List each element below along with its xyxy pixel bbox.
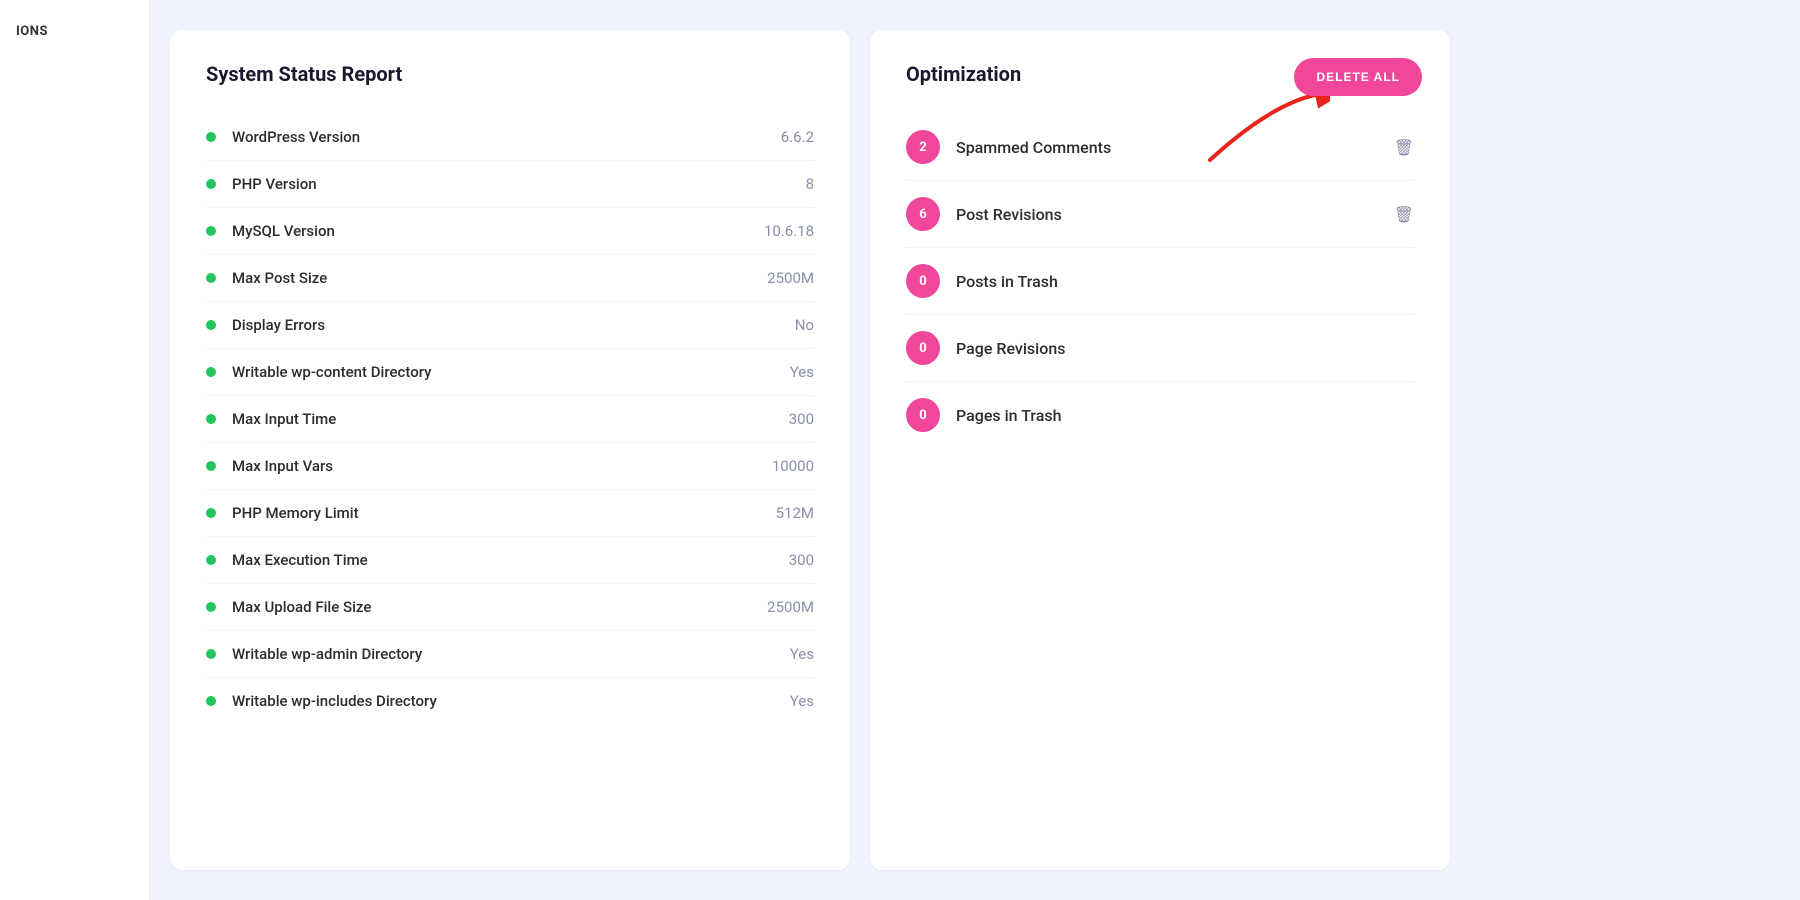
status-dot xyxy=(206,414,216,424)
status-row: PHP Memory Limit 512M xyxy=(206,490,814,537)
status-label: Writable wp-admin Directory xyxy=(232,645,790,663)
status-label: WordPress Version xyxy=(232,128,781,146)
status-value: 300 xyxy=(789,410,814,428)
status-value: 300 xyxy=(789,551,814,569)
optimization-panel: Optimization DELETE ALL 2 Spammed Commen… xyxy=(870,30,1450,870)
status-row: Writable wp-includes Directory Yes xyxy=(206,678,814,724)
status-label: Max Upload File Size xyxy=(232,598,767,616)
status-row: Writable wp-content Directory Yes xyxy=(206,349,814,396)
opt-badge: 0 xyxy=(906,398,940,432)
status-dot xyxy=(206,555,216,565)
status-label: Max Execution Time xyxy=(232,551,789,569)
status-dot xyxy=(206,508,216,518)
status-rows: WordPress Version 6.6.2 PHP Version 8 My… xyxy=(206,114,814,724)
status-row: Display Errors No xyxy=(206,302,814,349)
status-panel: System Status Report WordPress Version 6… xyxy=(170,30,850,870)
status-label: MySQL Version xyxy=(232,222,764,240)
status-dot xyxy=(206,132,216,142)
status-value: Yes xyxy=(790,363,814,381)
opt-badge: 0 xyxy=(906,331,940,365)
status-row: Max Upload File Size 2500M xyxy=(206,584,814,631)
sidebar: IONS xyxy=(0,0,150,900)
opt-item-label: Spammed Comments xyxy=(956,138,1386,157)
opt-badge: 0 xyxy=(906,264,940,298)
status-value: 6.6.2 xyxy=(781,128,814,146)
delete-all-button[interactable]: DELETE ALL xyxy=(1294,58,1422,96)
status-dot xyxy=(206,461,216,471)
status-row: Max Execution Time 300 xyxy=(206,537,814,584)
status-dot xyxy=(206,602,216,612)
status-dot xyxy=(206,367,216,377)
status-value: 2500M xyxy=(767,269,814,287)
sidebar-label: IONS xyxy=(16,24,48,39)
optimization-item: 0 Page Revisions xyxy=(906,315,1414,382)
opt-item-label: Pages in Trash xyxy=(956,406,1414,425)
opt-badge: 6 xyxy=(906,197,940,231)
status-row: PHP Version 8 xyxy=(206,161,814,208)
status-value: Yes xyxy=(790,645,814,663)
status-row: Writable wp-admin Directory Yes xyxy=(206,631,814,678)
optimization-item: 0 Pages in Trash xyxy=(906,382,1414,448)
status-value: Yes xyxy=(790,692,814,710)
status-dot xyxy=(206,179,216,189)
optimization-item: 2 Spammed Comments 🗑 xyxy=(906,114,1414,181)
status-dot xyxy=(206,649,216,659)
opt-item-label: Posts in Trash xyxy=(956,272,1414,291)
status-dot xyxy=(206,320,216,330)
status-row: Max Input Time 300 xyxy=(206,396,814,443)
status-value: No xyxy=(795,316,814,334)
status-value: 8 xyxy=(806,175,814,193)
status-value: 10000 xyxy=(772,457,814,475)
opt-item-label: Post Revisions xyxy=(956,205,1386,224)
status-value: 10.6.18 xyxy=(764,222,814,240)
status-row: MySQL Version 10.6.18 xyxy=(206,208,814,255)
status-label: Max Input Vars xyxy=(232,457,772,475)
status-label: Display Errors xyxy=(232,316,795,334)
status-label: Max Input Time xyxy=(232,410,789,428)
status-row: Max Input Vars 10000 xyxy=(206,443,814,490)
opt-item-label: Page Revisions xyxy=(956,339,1414,358)
status-label: Writable wp-includes Directory xyxy=(232,692,790,710)
opt-badge: 2 xyxy=(906,130,940,164)
status-panel-title: System Status Report xyxy=(206,62,814,86)
status-dot xyxy=(206,696,216,706)
status-dot xyxy=(206,273,216,283)
status-dot xyxy=(206,226,216,236)
trash-icon[interactable]: 🗑 xyxy=(1394,138,1414,157)
optimization-item: 0 Posts in Trash xyxy=(906,248,1414,315)
status-value: 512M xyxy=(776,504,814,522)
optimization-items: 2 Spammed Comments 🗑 6 Post Revisions 🗑 … xyxy=(906,114,1414,448)
status-label: PHP Memory Limit xyxy=(232,504,776,522)
main-content: System Status Report WordPress Version 6… xyxy=(150,0,1800,900)
status-row: Max Post Size 2500M xyxy=(206,255,814,302)
optimization-item: 6 Post Revisions 🗑 xyxy=(906,181,1414,248)
status-label: PHP Version xyxy=(232,175,806,193)
status-value: 2500M xyxy=(767,598,814,616)
trash-icon[interactable]: 🗑 xyxy=(1394,205,1414,224)
status-row: WordPress Version 6.6.2 xyxy=(206,114,814,161)
status-label: Writable wp-content Directory xyxy=(232,363,790,381)
status-label: Max Post Size xyxy=(232,269,767,287)
